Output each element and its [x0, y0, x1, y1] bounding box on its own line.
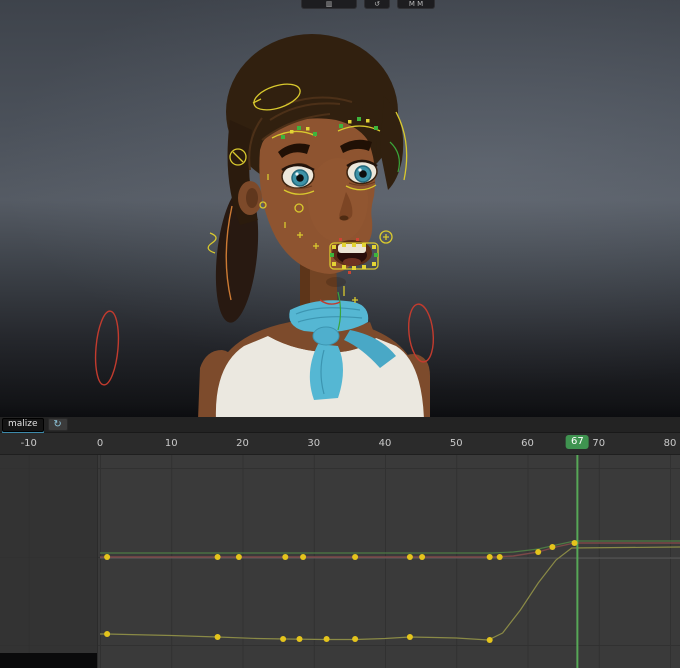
graph-left-column [0, 455, 97, 668]
keyframe-dot[interactable] [496, 554, 503, 560]
ruler-tick-label[interactable]: 40 [379, 438, 392, 449]
keyframe-dot[interactable] [300, 554, 307, 560]
ruler-tick-label[interactable]: 20 [236, 438, 249, 449]
panel-corner [0, 653, 97, 668]
ruler-tick-label[interactable]: 0 [97, 438, 103, 449]
keyframe-dot[interactable] [406, 634, 413, 640]
viewport-3d[interactable]: ▥ ↺ M M [0, 0, 680, 417]
keyframe-dot[interactable] [406, 554, 413, 560]
keyframe-dot[interactable] [296, 636, 303, 642]
graph-canvas[interactable] [0, 455, 680, 668]
keyframe-dot[interactable] [235, 554, 242, 560]
ruler-tick-label[interactable]: 80 [664, 438, 677, 449]
keyframe-dot[interactable] [104, 631, 111, 637]
keyframe-dot[interactable] [486, 637, 493, 643]
nostril [339, 215, 349, 221]
mirror-icon: M M [408, 0, 424, 8]
keyframe-dot[interactable] [535, 549, 542, 555]
current-frame-badge[interactable]: 67 [566, 435, 589, 449]
keyframe-dot[interactable] [549, 544, 556, 550]
clipped-toolbar-button-1[interactable]: ▥ [301, 0, 357, 9]
app-window: ▥ ↺ M M malize ↻ -10 0 10 20 30 40 50 60 70 80 67 [0, 0, 680, 668]
refresh-button[interactable]: ↻ [47, 418, 68, 431]
keyframe-dot[interactable] [323, 636, 330, 642]
keyframe-dot[interactable] [571, 540, 578, 546]
frame-ruler[interactable]: -10 0 10 20 30 40 50 60 70 80 67 [0, 433, 680, 455]
normalize-button[interactable]: malize [2, 417, 44, 432]
clipped-toolbar-button-3[interactable]: M M [397, 0, 435, 9]
clipped-panel-icon: ▥ [325, 0, 333, 8]
keyframe-dot[interactable] [282, 554, 289, 560]
graph-editor[interactable] [0, 455, 680, 668]
keyframe-dot[interactable] [352, 636, 359, 642]
timeline-toolbar: malize ↻ [0, 417, 680, 433]
keyframe-dot[interactable] [214, 634, 221, 640]
animation-curve[interactable] [100, 546, 680, 641]
rotate-icon: ↺ [374, 0, 380, 8]
ruler-tick-label[interactable]: -10 [21, 438, 37, 449]
ruler-tick-label[interactable]: 60 [521, 438, 534, 449]
ruler-tick-label[interactable]: 10 [165, 438, 178, 449]
keyframe-dot[interactable] [352, 554, 359, 560]
ruler-tick-label[interactable]: 70 [592, 438, 605, 449]
clipped-toolbar-button-2[interactable]: ↺ [364, 0, 390, 9]
viewport-toolbar: ▥ ↺ M M [301, 0, 435, 9]
keyframe-dot[interactable] [280, 636, 287, 642]
keyframe-dot[interactable] [419, 554, 426, 560]
keyframe-dot[interactable] [486, 554, 493, 560]
keyframe-dot[interactable] [214, 554, 221, 560]
animation-curve[interactable] [100, 542, 680, 558]
character-render [94, 34, 435, 417]
keyframe-dot[interactable] [104, 554, 111, 560]
character-ear-inner [246, 188, 258, 208]
refresh-icon: ↻ [53, 419, 62, 430]
chin-shadow [326, 277, 346, 287]
ruler-tick-label[interactable]: 30 [307, 438, 320, 449]
ruler-tick-label[interactable]: 50 [450, 438, 463, 449]
